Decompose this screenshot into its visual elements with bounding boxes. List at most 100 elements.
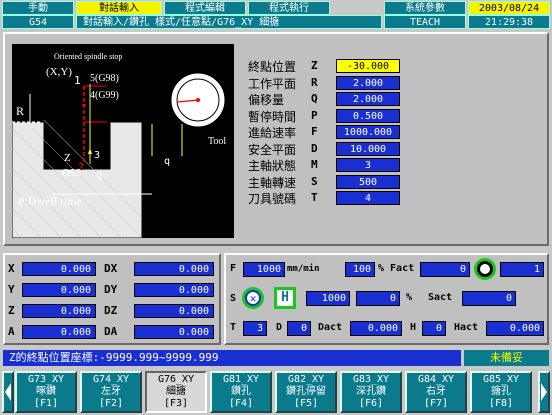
axis-distance-label: DZ [104,304,118,317]
axis-distance-value: 0.000 [134,262,214,276]
softkey-button[interactable]: G82_XY 鑽孔停留 [F5] [275,371,337,413]
softkey-button[interactable]: G84_XY 右牙 [F7] [405,371,467,413]
softkey-line: 左牙 [101,386,121,397]
right-arrow-icon [541,383,547,401]
param-value-field[interactable]: 2.000 [336,75,400,90]
softkey-line: [F7] [423,398,449,409]
axis-value: 0.000 [22,262,96,276]
softkey-button[interactable]: G74_XY 左牙 [F2] [80,371,142,413]
sact-value: 0 [462,291,516,306]
axis-distance-value: 0.000 [134,283,214,297]
oriented-spindle-label: Oriented spindle stop [54,52,123,61]
dwell-label: P:Dwell time [18,194,82,208]
axis-value: 0.000 [22,325,96,339]
spindle-speed: 1000 [306,291,350,306]
r-label: R [16,104,25,118]
tab-system-params[interactable]: 系統參數 [384,1,466,15]
param-value-field[interactable]: 0.500 [336,108,400,123]
tool-label: Tool [208,136,227,147]
spindle-override: 0 [356,291,400,306]
softkey-line: 深孔鑽 [356,386,386,397]
fact-label: % Fact [378,263,415,274]
d-letter: D [276,322,283,333]
axis-value: 0.000 [22,283,96,297]
left-arrow-icon [5,383,11,401]
tool-value: 3 [243,321,267,336]
feed-letter: F [230,263,237,274]
softkey-button[interactable]: G81_XY 鑽孔 [F4] [210,371,272,413]
param-letter: F [311,125,318,138]
g98-label: 5(G98) [90,73,119,84]
dact-value: 0.000 [350,321,402,336]
q-label-right: q [164,156,171,167]
tab-manual[interactable]: 手動 [2,1,74,15]
softkey-line: [F5] [293,398,319,409]
param-value-field[interactable]: 4 [336,191,400,205]
axis-label: X [8,262,15,275]
param-letter: D [311,141,318,155]
h-value: 0 [422,321,446,336]
tab-program-edit[interactable]: 程式編輯 [164,1,246,15]
point1-label: 1 [74,74,81,87]
spindle-letter: S [230,293,237,304]
tool-letter: T [230,322,237,333]
softkey-button[interactable]: G83_XY 深孔鑽 [F6] [340,371,402,413]
h-letter: H [410,322,417,333]
cnc-screen: 手動 對話輸入 程式編輯 程式執行 系統參數 2003/08/24 G54 對話… [0,0,552,415]
softkey-line: 鑽孔停留 [286,386,326,397]
param-value-field[interactable]: -30.000 [336,59,400,73]
hact-label: Hact [454,322,479,333]
tab-program-run[interactable]: 程式執行 [248,1,330,15]
axis-distance-label: DY [104,283,118,296]
q-label: q [96,170,103,181]
param-value-field[interactable]: 500 [336,174,400,189]
feed-override: 100 [345,262,375,277]
softkey-line: G82_XY [287,374,325,385]
axis-label: Z [8,304,15,317]
axis-distance-label: DX [104,262,118,275]
softkey-line: G73_XY [27,374,65,385]
param-value-field[interactable]: 10.000 [336,141,400,156]
param-letter: S [311,174,318,188]
softkey-line: 搪孔 [491,386,511,397]
param-value-field[interactable]: 2.000 [336,92,400,106]
axis-distance-value: 0.000 [134,304,214,318]
ready-status: 未備妥 [464,350,549,366]
breadcrumb: 對話輸入/鑽孔 樣式/任意點/G76_XY 細搪 [76,15,382,29]
axis-value: 0.000 [22,304,96,318]
softkey-line: G85_XY [482,374,520,385]
mode-indicator: TEACH [384,15,466,29]
spindle-stop-icon: ✕ [242,287,264,309]
softkey-prev-button[interactable] [2,371,14,413]
softkey-button[interactable]: G85_XY 搪孔 [F8] [470,371,532,413]
tab-conversational-input[interactable]: 對話輸入 [76,1,162,15]
softkey-line: G83_XY [352,374,390,385]
h-status-icon: H [274,287,296,309]
fine-boring-diagram: Oriented spindle stop (X,Y) 1 5(G98) 4(G… [11,44,234,239]
param-letter: Z [311,59,318,72]
softkey-line: G76_XY [157,374,195,385]
point3-label: 3 [94,150,101,161]
softkey-next-button[interactable] [538,371,550,413]
softkey-line: 鑽孔 [231,386,251,397]
param-letter: T [311,191,318,204]
hact-value: 0.000 [486,321,544,336]
param-value-field[interactable]: 1000.000 [336,125,400,139]
axis-distance-value: 0.000 [134,325,214,339]
xy-label: (X,Y) [46,66,72,78]
softkey-line: [F3] [163,398,189,409]
softkey-line: 右牙 [426,386,446,397]
spindle-pct-sign: % [406,292,413,303]
softkey-line: [F6] [358,398,384,409]
softkey-line: G81_XY [222,374,260,385]
dact-label: Dact [318,322,343,333]
axis-distance-label: DA [104,325,118,338]
param-value-field[interactable]: 3 [336,158,400,172]
softkey-button[interactable]: G73_XY 啄鑽 [F1] [15,371,77,413]
softkey-button[interactable]: G76_XY 細搪 [F3] [145,371,207,413]
fact-value: 0 [420,262,470,277]
softkey-line: G84_XY [417,374,455,385]
sact-label: Sact [428,292,453,303]
spindle-status-icon [474,258,496,280]
softkey-line: [F2] [98,398,124,409]
